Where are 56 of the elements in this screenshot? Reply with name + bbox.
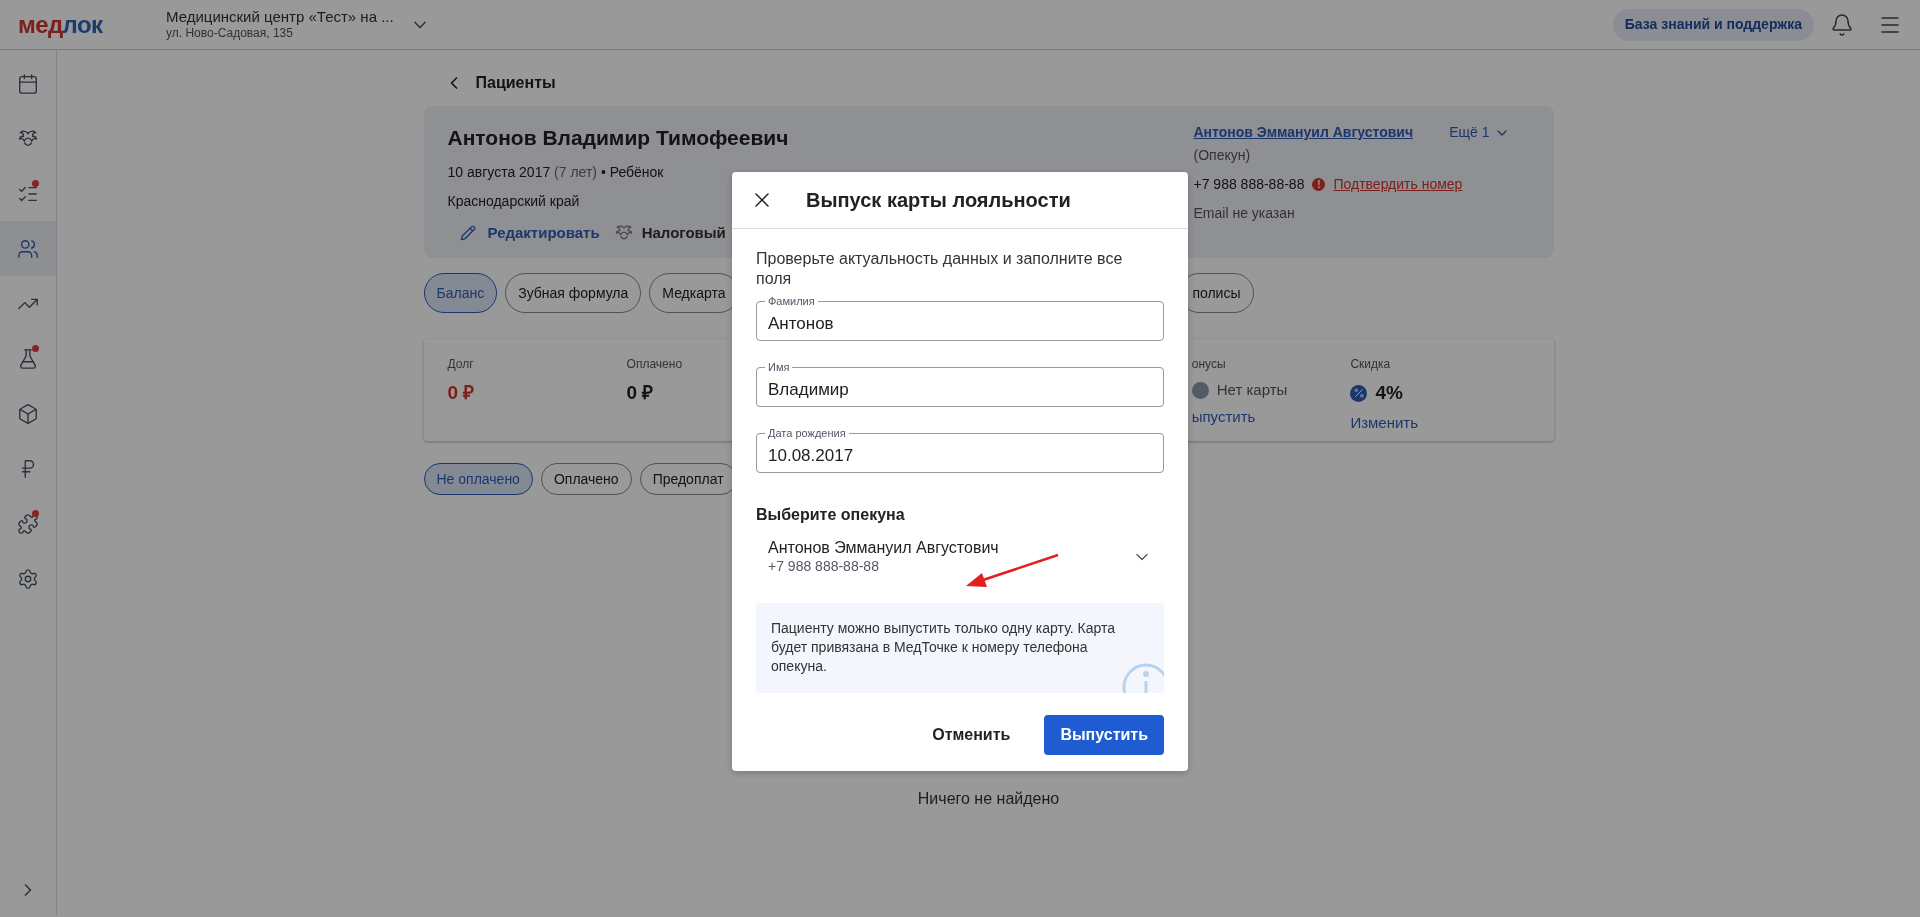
bell-icon[interactable] [1830, 12, 1854, 37]
guardian-link[interactable]: Антонов Эммануил Августович [1193, 122, 1414, 143]
tab[interactable]: Баланс [423, 273, 498, 313]
stat-link[interactable]: Изменить [1350, 411, 1419, 434]
guardian-role: (Опекун) [1193, 146, 1251, 165]
stat-value: 0 ₽ [626, 381, 654, 405]
filter-chip[interactable]: Не оплачено [423, 463, 533, 495]
stat-label: онусы [1191, 356, 1226, 373]
guardian-option-name: Антонов Эммануил Августович [768, 538, 1000, 559]
field-label: Имя [765, 360, 793, 374]
field-label: Дата рождения [765, 426, 849, 440]
cancel-button[interactable]: Отменить [924, 715, 1019, 755]
alert-icon: ! [1312, 178, 1326, 191]
guardian-select[interactable]: Антонов Эммануил Августович +7 988 888-88-88 [756, 535, 1164, 579]
guardian-phone: +7 988 888-88-88 [1193, 175, 1305, 194]
stat-label: Оплачено [626, 356, 683, 373]
clinic-address: ул. Ново-Садовая, 135 [166, 26, 294, 42]
stat-value: 0 ₽ [447, 381, 475, 405]
logo[interactable]: медлок [18, 6, 148, 43]
sidebar-item[interactable] [0, 221, 56, 276]
puzzle-icon [17, 512, 39, 535]
stat-link[interactable]: ыпустить [1191, 405, 1256, 428]
info-icon [1120, 661, 1164, 693]
empty-message: Ничего не найдено [917, 789, 1060, 809]
pencil-icon [459, 224, 476, 241]
settings-icon [17, 567, 39, 590]
stat-label: Долг [447, 356, 474, 373]
info-text: Пациенту можно выпустить только одну карту. Карта будет привязана в МедТочке к номеру телефона опекуна. [771, 619, 1116, 676]
stat-value: 4% [1375, 381, 1403, 405]
dialog-title: Выпуск карты лояльности [806, 188, 1071, 213]
field-input[interactable]: Антонов [768, 305, 1152, 337]
edit-button[interactable]: Редактировать [459, 221, 600, 244]
guardian-option-phone: +7 988 888-88-88 [768, 558, 880, 576]
birth-info: 10 августа 2017 (7 лет) • Ребёнок [447, 162, 664, 182]
field-input[interactable]: Владимир [768, 371, 1152, 403]
tax-button[interactable]: Налоговый [613, 221, 726, 244]
calendar-icon [17, 72, 39, 95]
page-title: Пациенты [475, 73, 556, 93]
tab[interactable]: Зубная формула [505, 273, 642, 313]
stat-value: Нет карты [1216, 380, 1288, 400]
field-label: Фамилия [765, 294, 818, 308]
guardian-email: Email не указан [1193, 204, 1295, 223]
patient-name: Антонов Владимир Тимофеевич [447, 125, 789, 151]
dialog-intro: Проверьте актуальность данных и заполните все поля [756, 249, 1124, 289]
submit-button[interactable]: Выпустить [1044, 715, 1164, 755]
flask-icon [17, 347, 39, 370]
coin-icon [1191, 381, 1209, 399]
clinic-name[interactable]: Медицинский центр «Тест» на ... [166, 7, 394, 27]
more-button[interactable]: Ещё 1 [1449, 122, 1510, 143]
patient-region: Краснодарский край [447, 191, 580, 211]
percent-icon [1350, 384, 1368, 402]
section-title: Выберите опекуна [756, 505, 906, 525]
stat-label: Скидка [1350, 356, 1391, 373]
users-icon [17, 237, 39, 260]
help-button[interactable]: База знаний и поддержка [1612, 8, 1814, 41]
box-icon [17, 402, 39, 425]
